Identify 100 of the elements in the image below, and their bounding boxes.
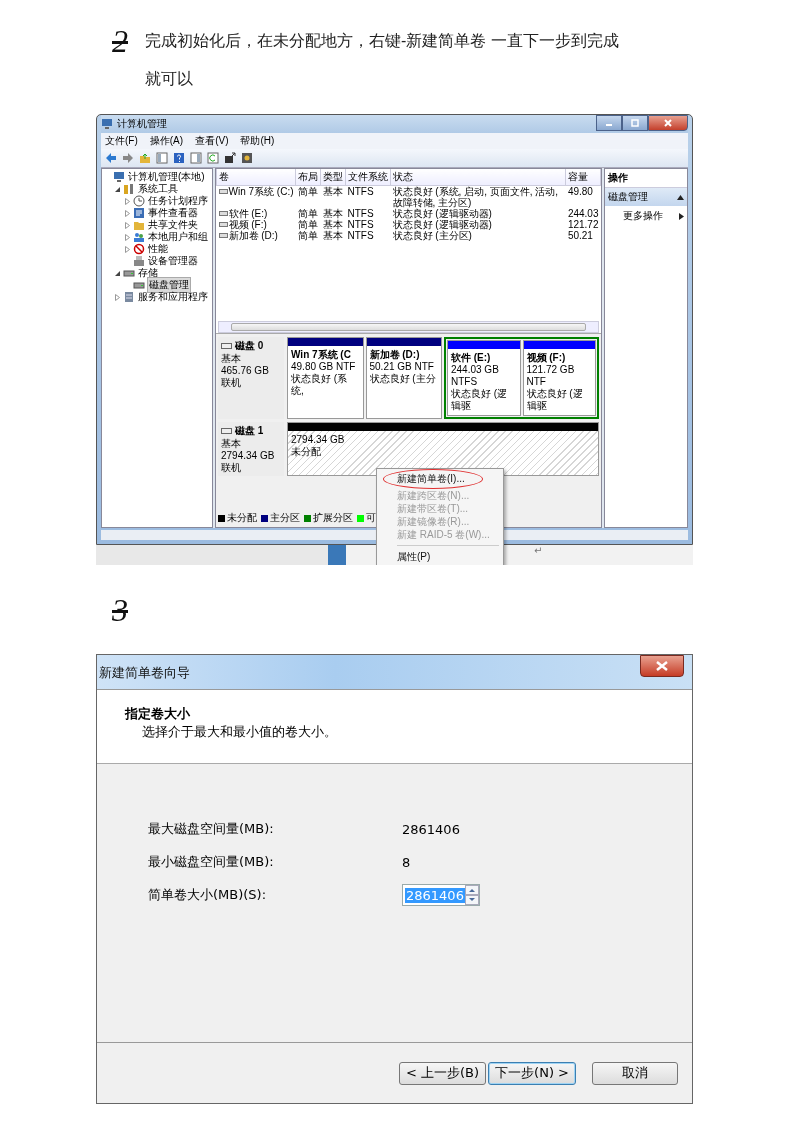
partition-block[interactable]: 新加卷 (D:) 50.21 GB NTF 状态良好 (主分 [365,337,442,419]
tree-item[interactable]: 计算机管理(本地) [127,170,206,184]
menu-item[interactable]: 文件(F) [105,134,138,148]
tree-item[interactable]: 设备管理器 [147,254,199,268]
field-label: 最大磁盘空间量(MB): [148,820,275,838]
server-icon [123,291,135,303]
partition-name: 软件 (E:) [451,352,492,364]
table-cell: NTFS [345,185,391,208]
tree-item[interactable]: 存储 [137,266,159,280]
folder-icon [133,219,145,231]
drive-icon [133,279,145,291]
drive-icon [221,342,232,350]
collapsed-arrow-icon[interactable] [124,197,131,205]
collapse-arrow-icon [677,194,684,200]
expanded-arrow-icon[interactable] [114,185,121,193]
collapsed-arrow-icon[interactable] [124,209,131,217]
partition-block[interactable]: 视频 (F:) 121.72 GB NTF 状态良好 (逻辑驱 [522,340,596,416]
table-cell-text: NTFS [346,208,375,219]
folder-up-icon[interactable] [139,152,151,164]
field-label: 最小磁盘空间量(MB): [148,853,275,871]
column-header[interactable]: 容量 [565,169,601,186]
step-number: 3 [112,591,129,629]
wizard-button[interactable]: 取消 [592,1061,678,1085]
wizard-button[interactable]: 下一步(N) > [488,1061,576,1085]
close-icon [656,661,668,671]
menu-item[interactable]: 操作(A) [149,134,184,148]
partition-size: 49.80 GB NTF [291,361,357,373]
tree-item[interactable]: 服务和应用程序 [137,290,209,304]
disk-status: 联机 [221,462,242,474]
table-cell-text: 简单 [296,208,319,219]
column-header[interactable]: 卷 [216,169,296,186]
table-cell: 视频 (F:) [228,219,267,230]
disk-name: 磁盘 1 [235,424,264,438]
submenu-arrow-icon [679,212,684,220]
drive-icon [218,188,228,195]
drive-icon [123,267,135,279]
panel-icon[interactable] [190,152,202,164]
maximize-icon [631,119,639,127]
panel-icon[interactable] [156,152,168,164]
expanded-arrow-icon[interactable] [114,269,121,277]
drive-icon [221,427,232,435]
tree-item[interactable]: 共享文件夹 [147,218,199,232]
forward-arrow-icon[interactable] [122,152,134,164]
table-cell: 新加卷 (D:) [228,230,278,241]
circle-slash-icon [133,243,145,255]
legend-label: 未分配 [227,511,257,525]
export-icon[interactable] [224,152,236,164]
disk-size: 465.76 GB [221,365,270,377]
table-cell: 状态良好 (主分区) [390,230,566,241]
minimize-button[interactable] [596,115,622,131]
wizard-button[interactable]: < 上一步(B) [399,1061,487,1085]
tree-item[interactable]: 系统工具 [137,182,179,196]
partition-block[interactable]: Win 7系统 (C 49.80 GB NTF 状态良好 (系统, [287,337,364,419]
field-label: 简单卷大小(MB)(S): [148,886,268,904]
table-cell-text: 简单 [296,230,319,241]
tree-item[interactable]: 事件查看器 [147,206,199,220]
legend-label: 扩展分区 [313,511,353,525]
tree-item[interactable]: 任务计划程序 [147,194,209,208]
actions-section-header[interactable]: 磁盘管理 [605,188,687,206]
tree-item[interactable]: 性能 [147,242,169,256]
maximize-button[interactable] [622,115,648,131]
menu-item[interactable]: 查看(V) [195,134,229,148]
collapsed-arrow-icon[interactable] [124,233,131,241]
column-header[interactable]: 布局 [295,169,321,186]
partition-status: 状态良好 (主分 [369,373,437,385]
table-cell-text: 244.03 [566,208,600,219]
context-menu-item[interactable]: 属性(P) [379,550,501,563]
field-value: 2861406 [402,821,460,837]
computer-icon [113,171,125,183]
partition-name: 新加卷 (D:) [369,349,421,361]
partition-size: 50.21 GB NTF [369,361,435,373]
table-cell-text: 121.72 [566,219,600,230]
collapsed-arrow-icon[interactable] [114,293,121,301]
back-arrow-icon[interactable] [105,152,117,164]
refresh-icon[interactable] [207,152,219,164]
disk-type: 基本 [221,438,242,450]
column-header[interactable]: 文件系统 [345,169,391,186]
step-description: 选择介于最大和最小值的卷大小。 [141,723,338,741]
legend-label: 主分区 [270,511,300,525]
tree-item[interactable]: 磁盘管理 [147,277,191,293]
table-cell-text: 状态良好 (逻辑驱动器) [391,208,493,219]
disk-size: 2794.34 GB [221,450,276,462]
column-header[interactable]: 类型 [320,169,346,186]
dialog-title: 新建简单卷向导 [99,664,190,682]
tree-item[interactable]: 本地用户和组 [147,230,209,244]
menu-item[interactable]: 帮助(H) [240,134,275,148]
table-cell: 软件 (E:) [228,208,268,219]
close-button[interactable] [640,655,684,677]
action-item[interactable]: 更多操作 [605,206,687,226]
field-value: 8 [402,854,411,870]
help-icon[interactable] [173,152,185,164]
partition-block[interactable]: 软件 (E:) 244.03 GB NTFS 状态良好 (逻辑驱 [447,340,521,416]
step-text: 完成初始化后，在未分配地方，右键-新建简单卷 一直下一步到完成就可以 [145,31,620,89]
collapsed-arrow-icon[interactable] [124,221,131,229]
close-button[interactable] [648,115,688,131]
partition-size: 2794.34 GB [291,434,346,446]
table-cell-text: 简单 [296,219,319,230]
device-icon [133,255,145,267]
collapsed-arrow-icon[interactable] [124,245,131,253]
column-header[interactable]: 状态 [390,169,566,186]
